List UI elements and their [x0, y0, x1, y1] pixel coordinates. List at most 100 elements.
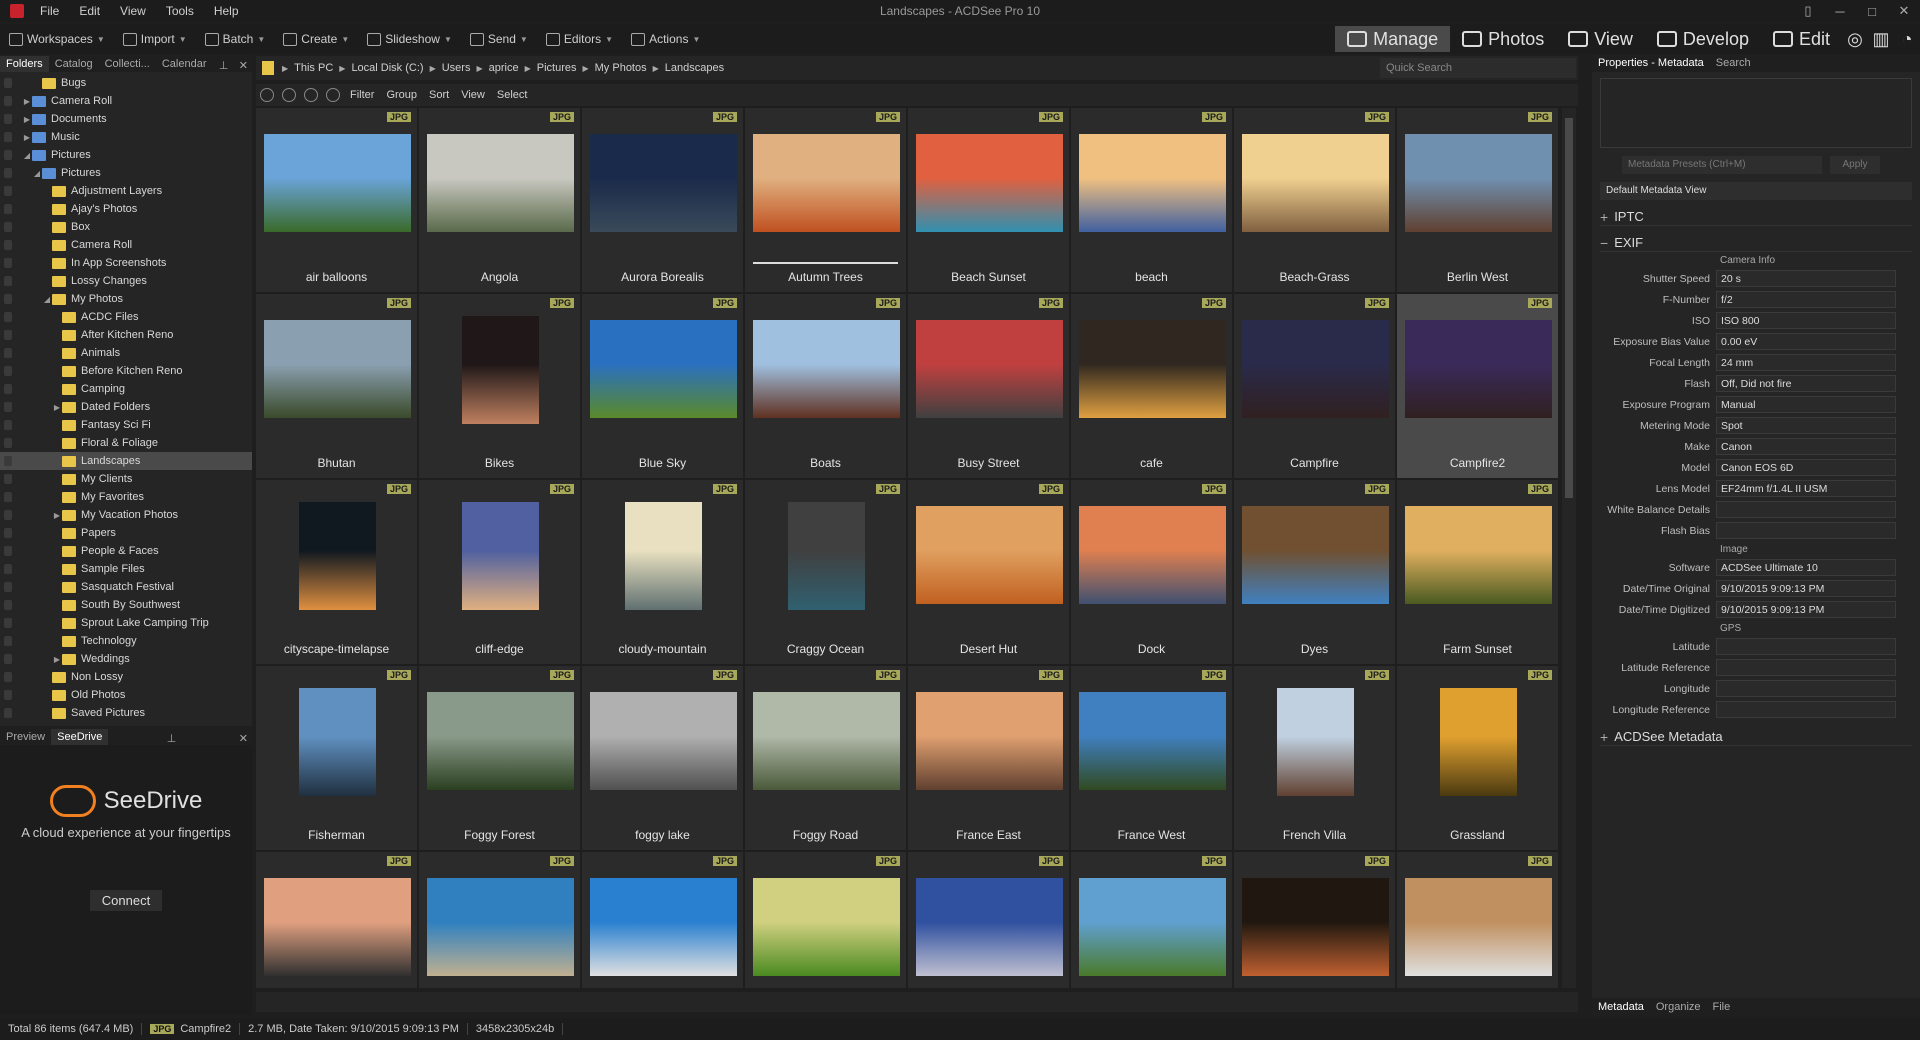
- rating-label-area[interactable]: [1600, 78, 1912, 148]
- exif-value-field[interactable]: Canon: [1716, 438, 1896, 455]
- luminance-icon[interactable]: ◔: [1894, 26, 1920, 52]
- exif-value-field[interactable]: 20 s: [1716, 270, 1896, 287]
- expand-arrow-icon[interactable]: ▶: [52, 511, 62, 520]
- thumbnail-cell[interactable]: JPG air balloons: [256, 108, 419, 294]
- tree-item[interactable]: Sprout Lake Camping Trip: [0, 614, 252, 632]
- exif-value-field[interactable]: f/2: [1716, 291, 1896, 308]
- maximize-button[interactable]: □: [1856, 0, 1888, 22]
- breadcrumb-item[interactable]: My Photos: [589, 62, 653, 74]
- scrollbar-thumb[interactable]: [1565, 118, 1573, 498]
- thumbnail-image[interactable]: [1440, 688, 1517, 796]
- menu-file[interactable]: File: [30, 2, 69, 20]
- tree-item[interactable]: My Favorites: [0, 488, 252, 506]
- thumbnail-cell[interactable]: JPG cloudy-mountain: [582, 480, 745, 666]
- tree-item[interactable]: Box: [0, 218, 252, 236]
- thumbnail-image[interactable]: [916, 134, 1063, 232]
- tree-item[interactable]: Landscapes: [0, 452, 252, 470]
- thumbnail-cell[interactable]: JPG: [582, 852, 745, 988]
- thumbnail-image[interactable]: [264, 320, 411, 418]
- expand-arrow-icon[interactable]: ▶: [22, 115, 32, 124]
- tree-item[interactable]: In App Screenshots: [0, 254, 252, 272]
- exif-value-field[interactable]: Spot: [1716, 417, 1896, 434]
- tree-item[interactable]: People & Faces: [0, 542, 252, 560]
- tree-item[interactable]: Old Photos: [0, 686, 252, 704]
- thumbnail-image[interactable]: [427, 878, 574, 976]
- pin-icon[interactable]: ⊥: [215, 59, 233, 72]
- tab-calendar[interactable]: Calendar: [156, 56, 213, 72]
- thumbnail-cell[interactable]: JPG Boats: [745, 294, 908, 480]
- thumbnail-image[interactable]: [1277, 688, 1354, 796]
- tree-item[interactable]: ▶ Weddings: [0, 650, 252, 668]
- tab-collections[interactable]: Collecti...: [99, 56, 156, 72]
- thumbnail-cell[interactable]: JPG foggy lake: [582, 666, 745, 852]
- tree-item[interactable]: Fantasy Sci Fi: [0, 416, 252, 434]
- filter-menu[interactable]: Filter: [344, 89, 380, 101]
- thumbnail-image[interactable]: [1079, 134, 1226, 232]
- tab-metadata[interactable]: Metadata: [1592, 1001, 1650, 1013]
- thumbnail-image[interactable]: [590, 134, 737, 232]
- thumbnail-cell[interactable]: JPG Angola: [419, 108, 582, 294]
- tree-item[interactable]: Camping: [0, 380, 252, 398]
- metadata-view-dropdown[interactable]: Default Metadata View: [1600, 182, 1912, 200]
- view-menu[interactable]: View: [455, 89, 491, 101]
- tree-item[interactable]: Sample Files: [0, 560, 252, 578]
- tree-item[interactable]: My Clients: [0, 470, 252, 488]
- thumbnail-cell[interactable]: JPG Blue Sky: [582, 294, 745, 480]
- thumbnail-image[interactable]: [753, 134, 900, 232]
- metadata-presets-dropdown[interactable]: Metadata Presets (Ctrl+M): [1622, 156, 1822, 174]
- tree-item[interactable]: Saved Pictures: [0, 704, 252, 722]
- iptc-section-header[interactable]: + IPTC: [1600, 208, 1912, 226]
- thumbnail-image[interactable]: [753, 692, 900, 790]
- acdsee-metadata-section-header[interactable]: + ACDSee Metadata: [1600, 728, 1912, 746]
- menu-tools[interactable]: Tools: [156, 2, 204, 20]
- thumbnail-cell[interactable]: JPG beach: [1071, 108, 1234, 294]
- thumbnail-image[interactable]: [1405, 320, 1552, 418]
- tree-item[interactable]: Technology: [0, 632, 252, 650]
- exif-section-header[interactable]: − EXIF: [1600, 234, 1912, 252]
- up-icon[interactable]: [326, 88, 340, 102]
- thumbnail-cell[interactable]: JPG France West: [1071, 666, 1234, 852]
- menu-view[interactable]: View: [110, 2, 156, 20]
- thumbnail-cell[interactable]: JPG Bhutan: [256, 294, 419, 480]
- expand-arrow-icon[interactable]: ▶: [22, 133, 32, 142]
- tree-item[interactable]: Sasquatch Festival: [0, 578, 252, 596]
- mode-edit[interactable]: Edit: [1761, 26, 1842, 52]
- thumbnail-image[interactable]: [1079, 320, 1226, 418]
- close-icon[interactable]: ✕: [235, 732, 252, 745]
- exif-value-field[interactable]: Manual: [1716, 396, 1896, 413]
- mode-photos[interactable]: Photos: [1450, 26, 1556, 52]
- exif-value-field[interactable]: Off, Did not fire: [1716, 375, 1896, 392]
- forward-icon[interactable]: [304, 88, 318, 102]
- menu-edit[interactable]: Edit: [69, 2, 110, 20]
- batch-button[interactable]: Batch ▼: [196, 24, 275, 54]
- breadcrumb-item[interactable]: This PC: [288, 62, 339, 74]
- mode-develop[interactable]: Develop: [1645, 26, 1761, 52]
- tab-preview[interactable]: Preview: [0, 729, 51, 745]
- thumbnail-cell[interactable]: JPG: [1397, 852, 1558, 988]
- thumbnail-image[interactable]: [1079, 506, 1226, 604]
- back-icon[interactable]: [282, 88, 296, 102]
- actions-button[interactable]: Actions ▼: [622, 24, 709, 54]
- breadcrumb-item[interactable]: Users: [436, 62, 477, 74]
- thumbnail-image[interactable]: [753, 320, 900, 418]
- thumbnail-image[interactable]: [264, 134, 411, 232]
- thumbnail-image[interactable]: [1242, 320, 1389, 418]
- quick-search-input[interactable]: Quick Search: [1380, 58, 1576, 78]
- tab-file[interactable]: File: [1707, 1001, 1737, 1013]
- thumbnail-cell[interactable]: JPG: [256, 852, 419, 988]
- tree-item[interactable]: Ajay's Photos: [0, 200, 252, 218]
- tree-item[interactable]: Floral & Foliage: [0, 434, 252, 452]
- apply-button[interactable]: Apply: [1830, 156, 1880, 174]
- mode-manage[interactable]: Manage: [1335, 26, 1451, 52]
- import-button[interactable]: Import ▼: [114, 24, 196, 54]
- thumbnail-image[interactable]: [299, 502, 376, 610]
- thumbnail-image[interactable]: [916, 692, 1063, 790]
- exif-value-field[interactable]: [1716, 501, 1896, 518]
- tree-item[interactable]: ▶ Camera Roll: [0, 92, 252, 110]
- thumbnail-cell[interactable]: JPG: [1071, 852, 1234, 988]
- pin-icon[interactable]: ⊥: [163, 732, 181, 745]
- thumbnail-image[interactable]: [299, 688, 376, 796]
- exif-value-field[interactable]: [1716, 638, 1896, 655]
- app-icon[interactable]: [10, 4, 24, 18]
- thumbnail-image[interactable]: [916, 320, 1063, 418]
